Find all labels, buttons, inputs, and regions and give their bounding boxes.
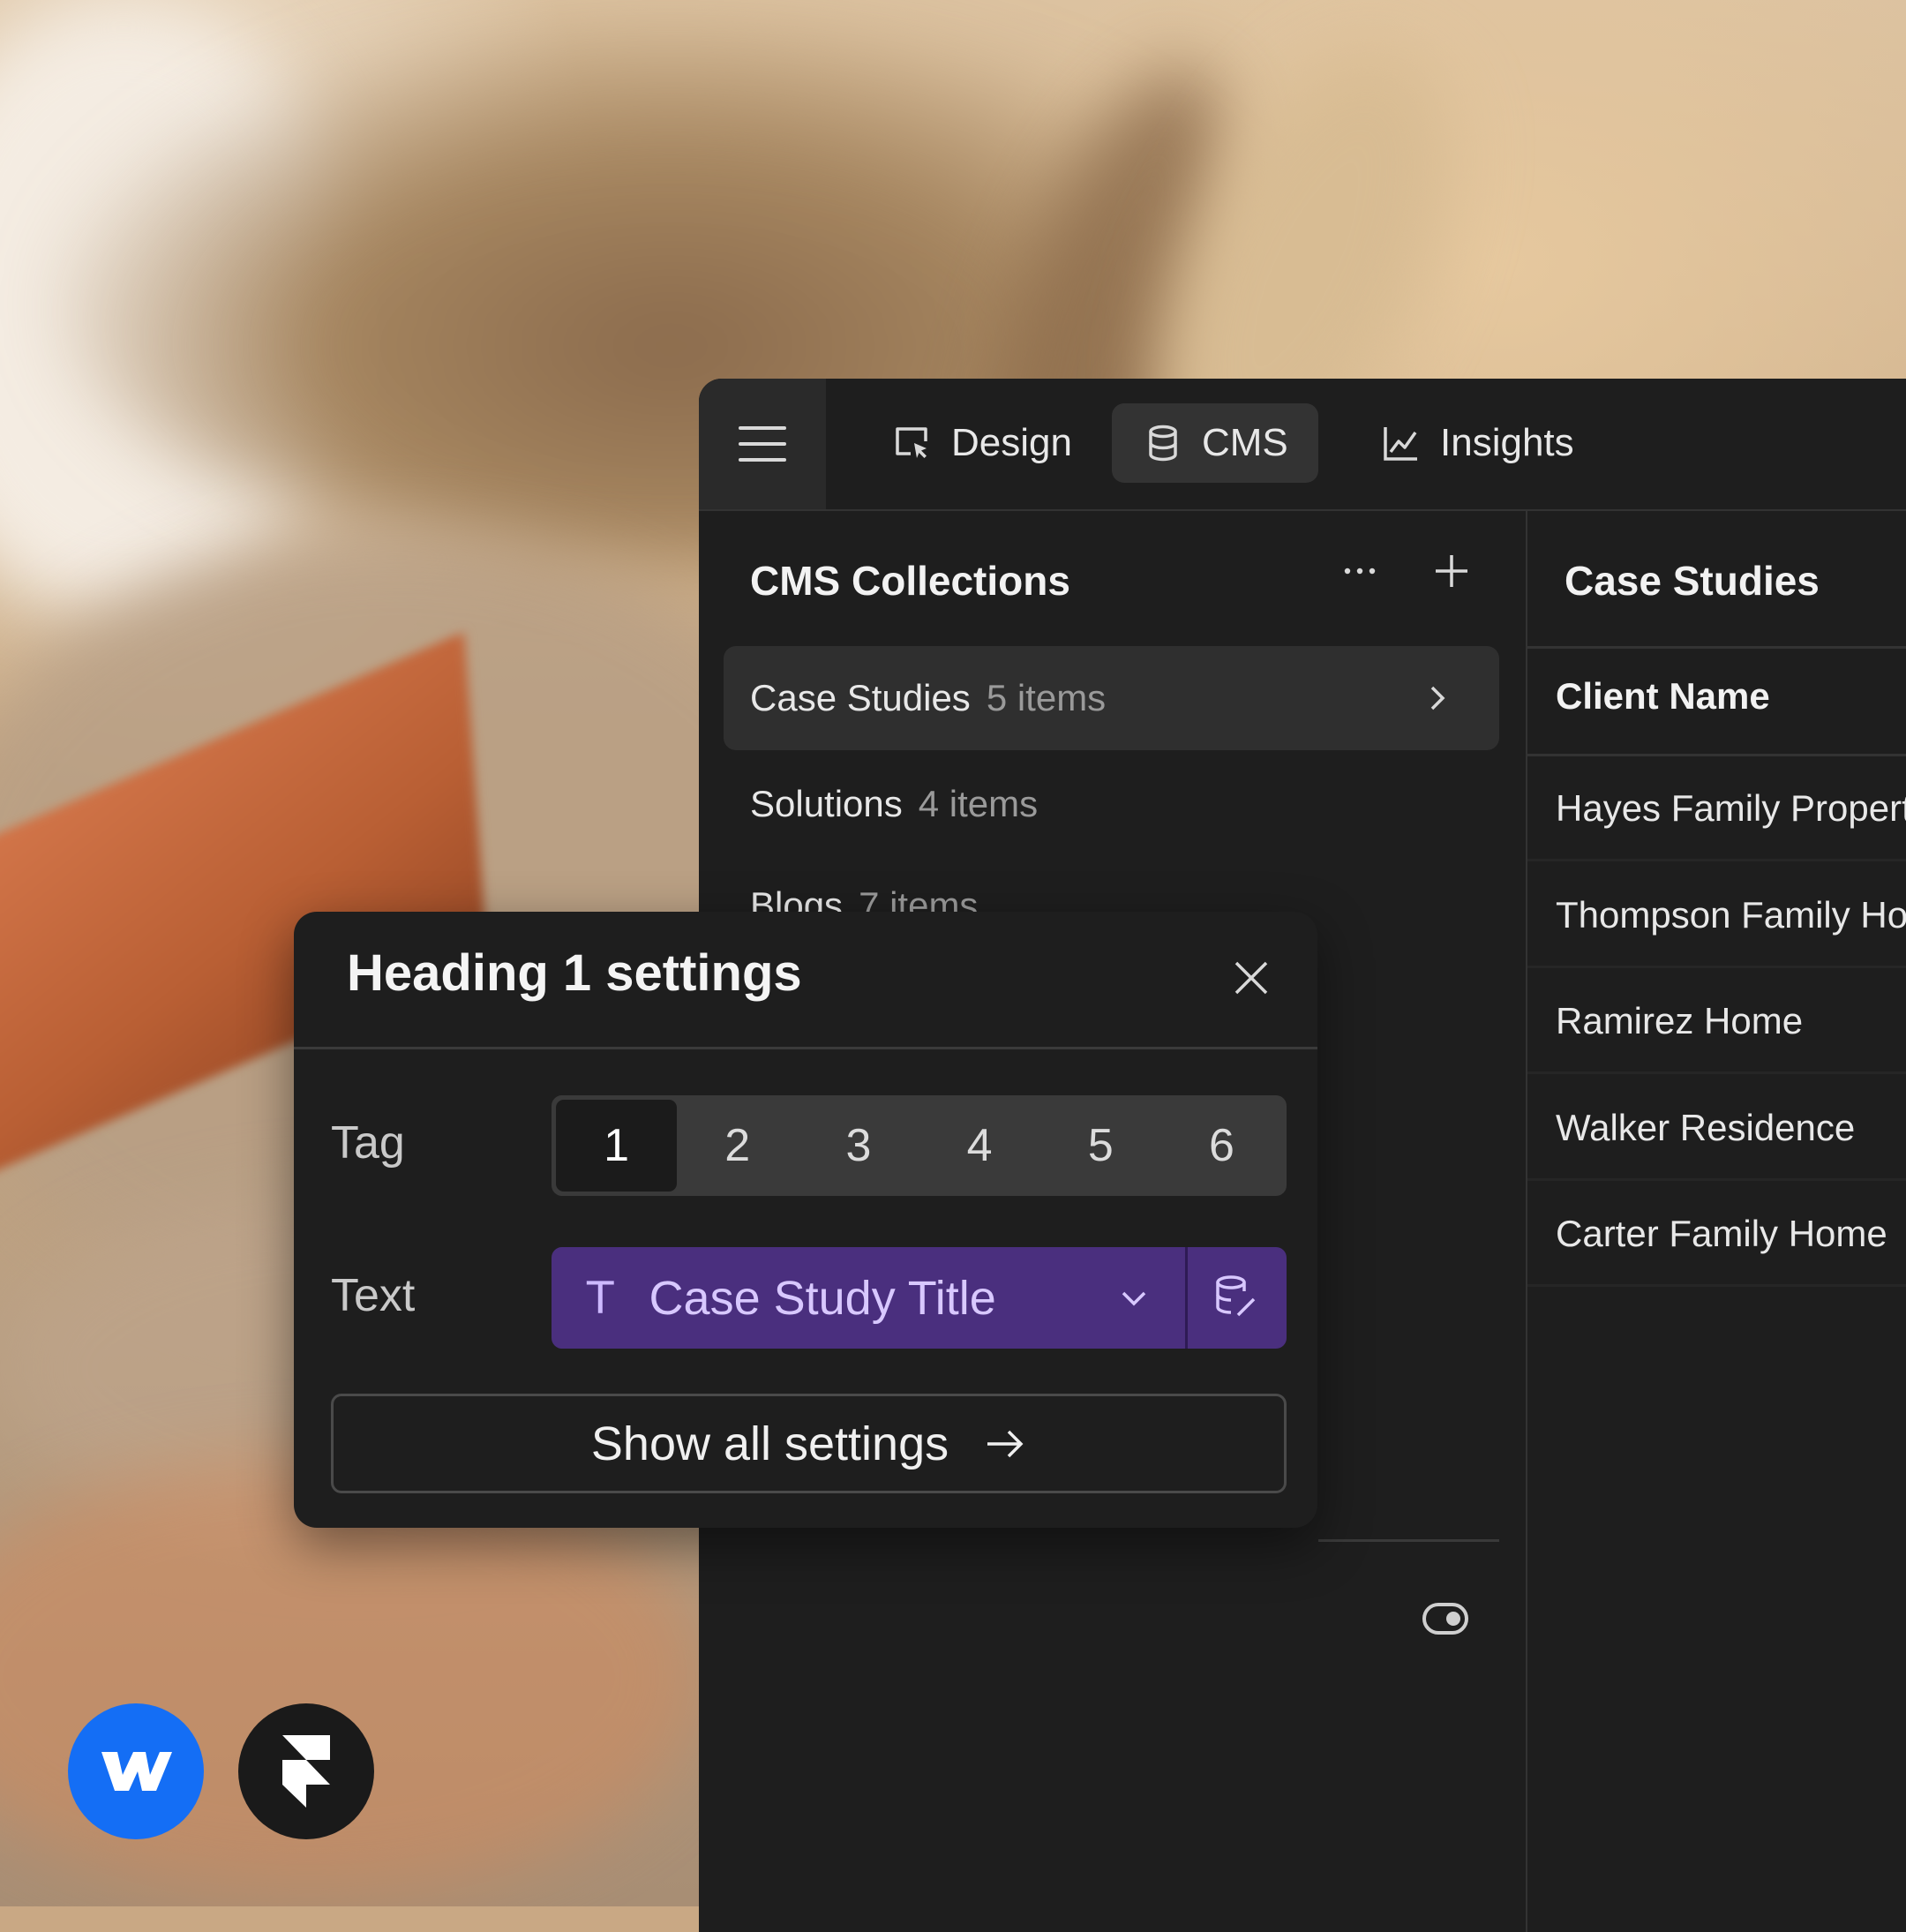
hamburger-icon	[739, 426, 786, 462]
database-icon	[1149, 425, 1177, 462]
cms-binding-button[interactable]	[1188, 1247, 1287, 1349]
tag-option-1[interactable]: 1	[556, 1100, 678, 1192]
top-toolbar: Design CMS Insights	[699, 379, 1906, 511]
table-row[interactable]: Walker Residence	[1527, 1077, 1906, 1181]
collection-title: Case Studies	[1565, 558, 1820, 604]
collection-item-case-studies[interactable]: Case Studies 5 items	[724, 646, 1499, 750]
tag-option-2[interactable]: 2	[677, 1100, 798, 1192]
table-row[interactable]: Thompson Family Home	[1527, 864, 1906, 968]
webflow-w-icon	[101, 1752, 172, 1791]
header-divider	[1527, 646, 1906, 649]
table-row[interactable]: Hayes Family Properties	[1527, 757, 1906, 861]
text-binding-dropdown[interactable]: T Case Study Title	[552, 1247, 1185, 1349]
show-all-settings-button[interactable]: Show all settings	[331, 1394, 1287, 1493]
collection-item-solutions[interactable]: Solutions 4 items	[724, 752, 1499, 856]
heading-settings-popover: Heading 1 settings Tag 1 2 3 4 5 6 Text …	[294, 912, 1317, 1528]
heading-tag-selector: 1 2 3 4 5 6	[552, 1095, 1287, 1196]
collection-items-panel: Case Studies Client Name Hayes Family Pr…	[1527, 511, 1906, 1932]
text-type-icon: T	[587, 1272, 614, 1324]
tag-label: Tag	[331, 1117, 405, 1169]
webflow-logo	[68, 1703, 204, 1839]
line-chart-icon	[1384, 427, 1417, 461]
collection-count: 4 items	[918, 783, 1039, 824]
visibility-toggle[interactable]	[1422, 1603, 1468, 1635]
column-header-client-name[interactable]: Client Name	[1556, 675, 1770, 718]
tab-insights-label: Insights	[1440, 421, 1574, 464]
table-row[interactable]: Ramirez Home	[1527, 970, 1906, 1074]
arrow-right-icon	[987, 1430, 1024, 1457]
tag-option-4[interactable]: 4	[919, 1100, 1040, 1192]
more-options-icon[interactable]	[1339, 550, 1381, 592]
header-divider	[1527, 754, 1906, 756]
collection-name: Case Studies	[750, 677, 971, 718]
framer-logo	[238, 1703, 374, 1839]
database-edit-icon	[1216, 1274, 1256, 1316]
framer-icon	[282, 1735, 330, 1808]
popover-divider	[294, 1047, 1317, 1049]
chevron-down-icon	[1122, 1291, 1146, 1306]
text-label: Text	[331, 1270, 416, 1321]
add-collection-icon[interactable]	[1430, 550, 1473, 592]
collections-actions	[1339, 550, 1473, 592]
menu-button[interactable]	[699, 379, 826, 509]
tab-design-label: Design	[951, 421, 1072, 464]
tab-cms-label: CMS	[1202, 421, 1288, 464]
show-all-settings-label: Show all settings	[590, 1417, 949, 1470]
tab-design[interactable]: Design	[861, 403, 1102, 483]
collection-count: 5 items	[986, 677, 1107, 718]
collections-title: CMS Collections	[750, 558, 1070, 604]
tag-option-5[interactable]: 5	[1040, 1100, 1161, 1192]
chevron-right-icon	[1430, 686, 1445, 710]
table-row[interactable]: Carter Family Home	[1527, 1183, 1906, 1287]
tab-cms[interactable]: CMS	[1112, 403, 1318, 483]
tag-option-6[interactable]: 6	[1161, 1100, 1282, 1192]
section-divider	[1318, 1539, 1499, 1542]
tab-insights[interactable]: Insights	[1350, 403, 1604, 483]
text-binding-field: T Case Study Title	[552, 1247, 1287, 1349]
close-icon[interactable]	[1229, 956, 1273, 1000]
tag-option-3[interactable]: 3	[798, 1100, 919, 1192]
collection-name: Solutions	[750, 783, 903, 824]
cursor-select-icon	[896, 427, 927, 458]
popover-title: Heading 1 settings	[347, 944, 802, 1002]
text-binding-value: Case Study Title	[649, 1271, 996, 1325]
